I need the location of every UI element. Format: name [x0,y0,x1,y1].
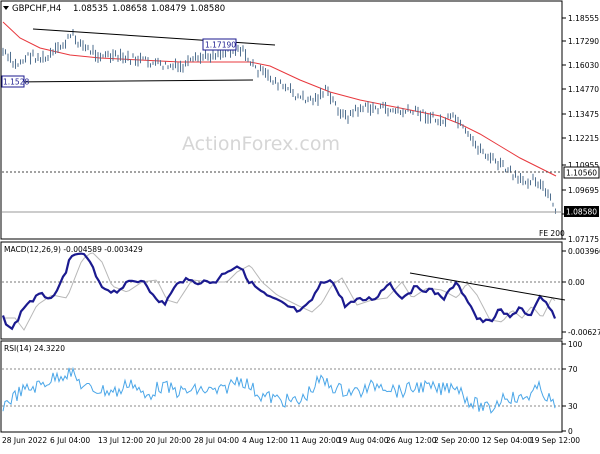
time-label: 19 Sep 12:00 [530,436,580,445]
time-label: 13 Jul 12:00 [98,436,143,445]
time-label: 28 Jul 04:00 [194,436,239,445]
channel-upper-line [32,28,276,46]
price-panel-frame [0,0,563,240]
current-price-label: 1.08580 [566,208,597,217]
macd-tick: 0.003966 [568,247,600,256]
rsi-panel-frame [0,340,563,433]
price-tick: 1.17290 [568,37,599,46]
price-tick: 1.13475 [568,110,599,119]
rsi-tick: 0 [568,427,573,436]
symbol-header: GBPCHF,H4 1.08535 1.08658 1.08479 1.0858… [3,4,225,14]
time-label: 26 Aug 12:00 [386,436,437,445]
rsi-title: RSI(14) 24.3220 [4,344,65,353]
time-axis: 28 Jun 2022 6 Jul 04:00 13 Jul 12:00 20 … [2,436,580,445]
rsi-tick: 100 [568,340,583,349]
rsi-tick: 30 [568,402,578,411]
price-tick: 1.07175 [568,235,599,244]
time-label: 19 Aug 04:00 [338,436,389,445]
price-tick: 1.09695 [568,186,599,195]
box-low-label: 1.1528 [3,78,29,87]
time-label: 6 Jul 04:00 [50,436,90,445]
macd-title: MACD(12,26,9) -0.004589 -0.003429 [4,245,143,254]
h-line-price-label: 1.10560 [566,169,597,178]
symbol-name: GBPCHF,H4 [12,4,61,14]
symbol-open: 1.08535 [73,4,108,14]
symbol-low: 1.08479 [151,4,186,14]
macd-trend-line [409,272,566,301]
rsi-axis: 100 70 30 0 [562,340,583,436]
price-tick: 1.18555 [568,14,599,23]
trading-chart: ActionForex.com GBPCHF,H4 1.08535 1.0865… [0,0,600,445]
macd-signal-line [3,252,556,331]
channel-lower-line [9,79,254,83]
time-label: 12 Sep 04:00 [482,436,532,445]
time-label: 11 Aug 20:00 [290,436,341,445]
price-tick: 1.12215 [568,134,599,143]
watermark: ActionForex.com [182,133,340,155]
box-high-label: 1.17190 [205,41,236,50]
dropdown-triangle-icon [3,6,9,10]
symbol-high: 1.08658 [112,4,147,14]
time-label: 20 Jul 20:00 [146,436,191,445]
symbol-close: 1.08580 [190,4,225,14]
price-tick: 1.14770 [568,85,599,94]
macd-tick: 0.00 [568,278,585,287]
time-label: 4 Aug 12:00 [242,436,288,445]
time-label: 28 Jun 2022 [2,436,47,445]
rsi-tick: 70 [568,365,578,374]
macd-line [1,252,557,331]
macd-tick: -0.006276 [568,328,600,337]
time-label: 2 Sep 20:00 [434,436,480,445]
price-tick: 1.16030 [568,61,599,70]
macd-axis: 0.003966 0.00 -0.006276 [562,247,600,337]
fe-label: FE 200 [539,229,565,238]
